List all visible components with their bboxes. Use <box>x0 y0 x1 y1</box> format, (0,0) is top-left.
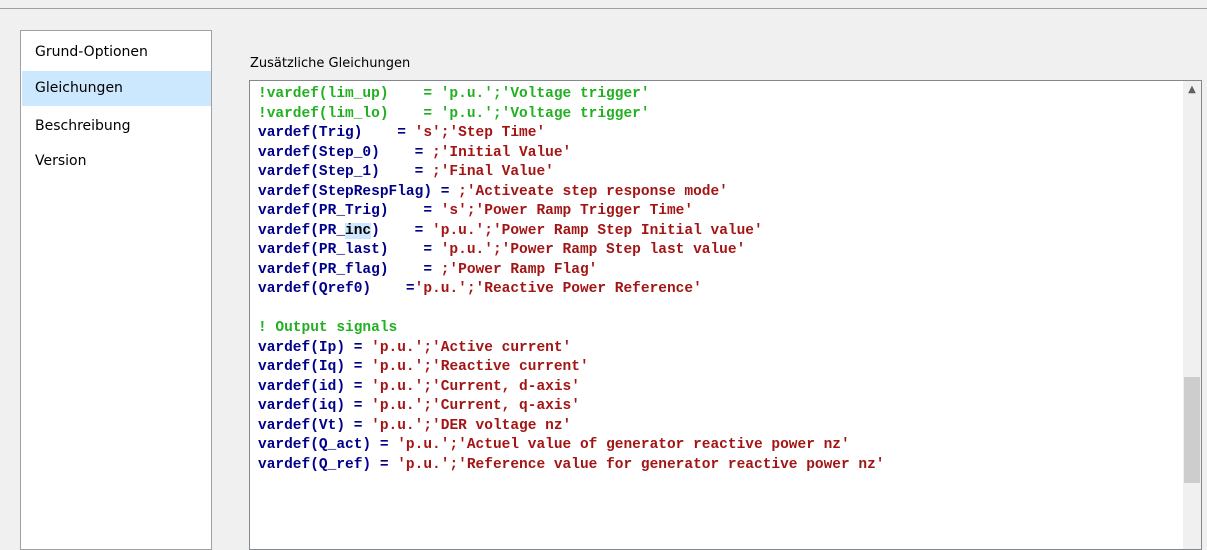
options-sidebar: Grund-Optionen Gleichungen Beschreibung … <box>20 30 212 550</box>
code-line[interactable]: ! Output signals <box>258 319 885 339</box>
scroll-thumb[interactable] <box>1184 377 1200 483</box>
code-token: 'p.u.';'Active current' <box>371 339 572 356</box>
code-token: vardef(Step_1) = <box>258 164 433 180</box>
code-token: vardef(PR_Trig) = <box>258 203 441 219</box>
code-token: 'p.u.';'DER voltage nz' <box>371 417 572 434</box>
code-token: vardef(iq) = <box>258 398 372 414</box>
code-token: !vardef(lim_lo) = 'p.u.';'Voltage trigge… <box>258 105 650 122</box>
selected-text: inc <box>345 222 372 239</box>
code-line[interactable]: vardef(PR_inc) = 'p.u.';'Power Ramp Step… <box>258 222 885 242</box>
code-line[interactable]: vardef(PR_Trig) = 's';'Power Ramp Trigge… <box>258 202 885 222</box>
code-token: vardef(Step_0) = <box>258 144 433 161</box>
code-token: 'p.u.';'Reference value for generator re… <box>397 456 885 473</box>
code-line[interactable]: vardef(Iq) = 'p.u.';'Reactive current' <box>258 358 885 378</box>
code-token: vardef(PR_ <box>258 222 346 239</box>
code-line[interactable]: vardef(Step_1) = ;'Final Value' <box>258 163 885 183</box>
code-token: 'p.u.';'Current, q-axis' <box>371 398 580 414</box>
code-token: 'p.u.';'Current, d-axis' <box>371 378 580 395</box>
code-line[interactable]: vardef(Qref0) ='p.u.';'Reactive Power Re… <box>258 280 885 300</box>
section-label-equations: Zusätzliche Gleichungen <box>250 56 411 71</box>
code-token: vardef(PR_flag) = <box>258 261 441 278</box>
code-token: ! Output signals <box>258 320 398 336</box>
sidebar-item-version[interactable]: Version <box>22 144 211 179</box>
vertical-scrollbar[interactable]: ▲ <box>1183 81 1201 549</box>
code-token: 'p.u.';'Actuel value of generator reacti… <box>397 437 850 453</box>
code-token: 'p.u.';'Reactive Power Reference' <box>414 281 702 297</box>
code-token: vardef(StepRespFlag) = <box>258 183 459 200</box>
code-line[interactable] <box>258 300 885 320</box>
code-token: 'p.u.';'Power Ramp Step Initial value' <box>432 222 763 239</box>
sidebar-item-beschreibung[interactable]: Beschreibung <box>22 109 211 144</box>
code-line[interactable]: vardef(Step_0) = ;'Initial Value' <box>258 144 885 164</box>
code-line[interactable]: vardef(Vt) = 'p.u.';'DER voltage nz' <box>258 417 885 437</box>
code-line[interactable]: vardef(Q_ref) = 'p.u.';'Reference value … <box>258 456 885 476</box>
code-token: ;'Power Ramp Flag' <box>440 261 598 278</box>
code-line[interactable]: vardef(id) = 'p.u.';'Current, d-axis' <box>258 378 885 398</box>
code-token: vardef(Trig) = <box>258 125 415 141</box>
code-line[interactable]: vardef(Q_act) = 'p.u.';'Actuel value of … <box>258 436 885 456</box>
code-line[interactable]: !vardef(lim_lo) = 'p.u.';'Voltage trigge… <box>258 105 885 125</box>
window-top-edge <box>0 0 1207 9</box>
code-token: vardef(Q_act) = <box>258 437 398 453</box>
code-token: vardef(Q_ref) = <box>258 456 398 473</box>
code-line[interactable]: vardef(Ip) = 'p.u.';'Active current' <box>258 339 885 359</box>
code-token: 's';'Power Ramp Trigger Time' <box>440 203 694 219</box>
code-token: vardef(Ip) = <box>258 339 372 356</box>
code-token: vardef(Iq) = <box>258 359 372 375</box>
code-line[interactable]: vardef(StepRespFlag) = ;'Activeate step … <box>258 183 885 203</box>
code-token: 'p.u.';'Power Ramp Step last value' <box>440 242 746 258</box>
code-token: ;'Final Value' <box>432 164 554 180</box>
code-line[interactable]: vardef(Trig) = 's';'Step Time' <box>258 124 885 144</box>
sidebar-item-grund-optionen[interactable]: Grund-Optionen <box>22 35 211 70</box>
code-token: vardef(Qref0) = <box>258 281 415 297</box>
code-token: ) = <box>371 222 433 239</box>
code-token: !vardef(lim_up) = 'p.u.';'Voltage trigge… <box>258 86 650 102</box>
code-text[interactable]: !vardef(lim_up) = 'p.u.';'Voltage trigge… <box>258 85 885 475</box>
sidebar-item-gleichungen[interactable]: Gleichungen <box>22 71 211 106</box>
scroll-up-arrow-icon[interactable]: ▲ <box>1183 81 1201 99</box>
code-token: vardef(id) = <box>258 378 372 395</box>
code-token: 'p.u.';'Reactive current' <box>371 359 589 375</box>
code-token: ;'Activeate step response mode' <box>458 183 728 200</box>
code-token: ;'Initial Value' <box>432 144 572 161</box>
code-line[interactable]: !vardef(lim_up) = 'p.u.';'Voltage trigge… <box>258 85 885 105</box>
code-token: vardef(Vt) = <box>258 417 372 434</box>
equations-editor[interactable]: !vardef(lim_up) = 'p.u.';'Voltage trigge… <box>249 80 1202 550</box>
code-token: 's';'Step Time' <box>414 125 546 141</box>
code-line[interactable]: vardef(PR_last) = 'p.u.';'Power Ramp Ste… <box>258 241 885 261</box>
code-line[interactable]: vardef(PR_flag) = ;'Power Ramp Flag' <box>258 261 885 281</box>
code-line[interactable]: vardef(iq) = 'p.u.';'Current, q-axis' <box>258 397 885 417</box>
code-token: vardef(PR_last) = <box>258 242 441 258</box>
